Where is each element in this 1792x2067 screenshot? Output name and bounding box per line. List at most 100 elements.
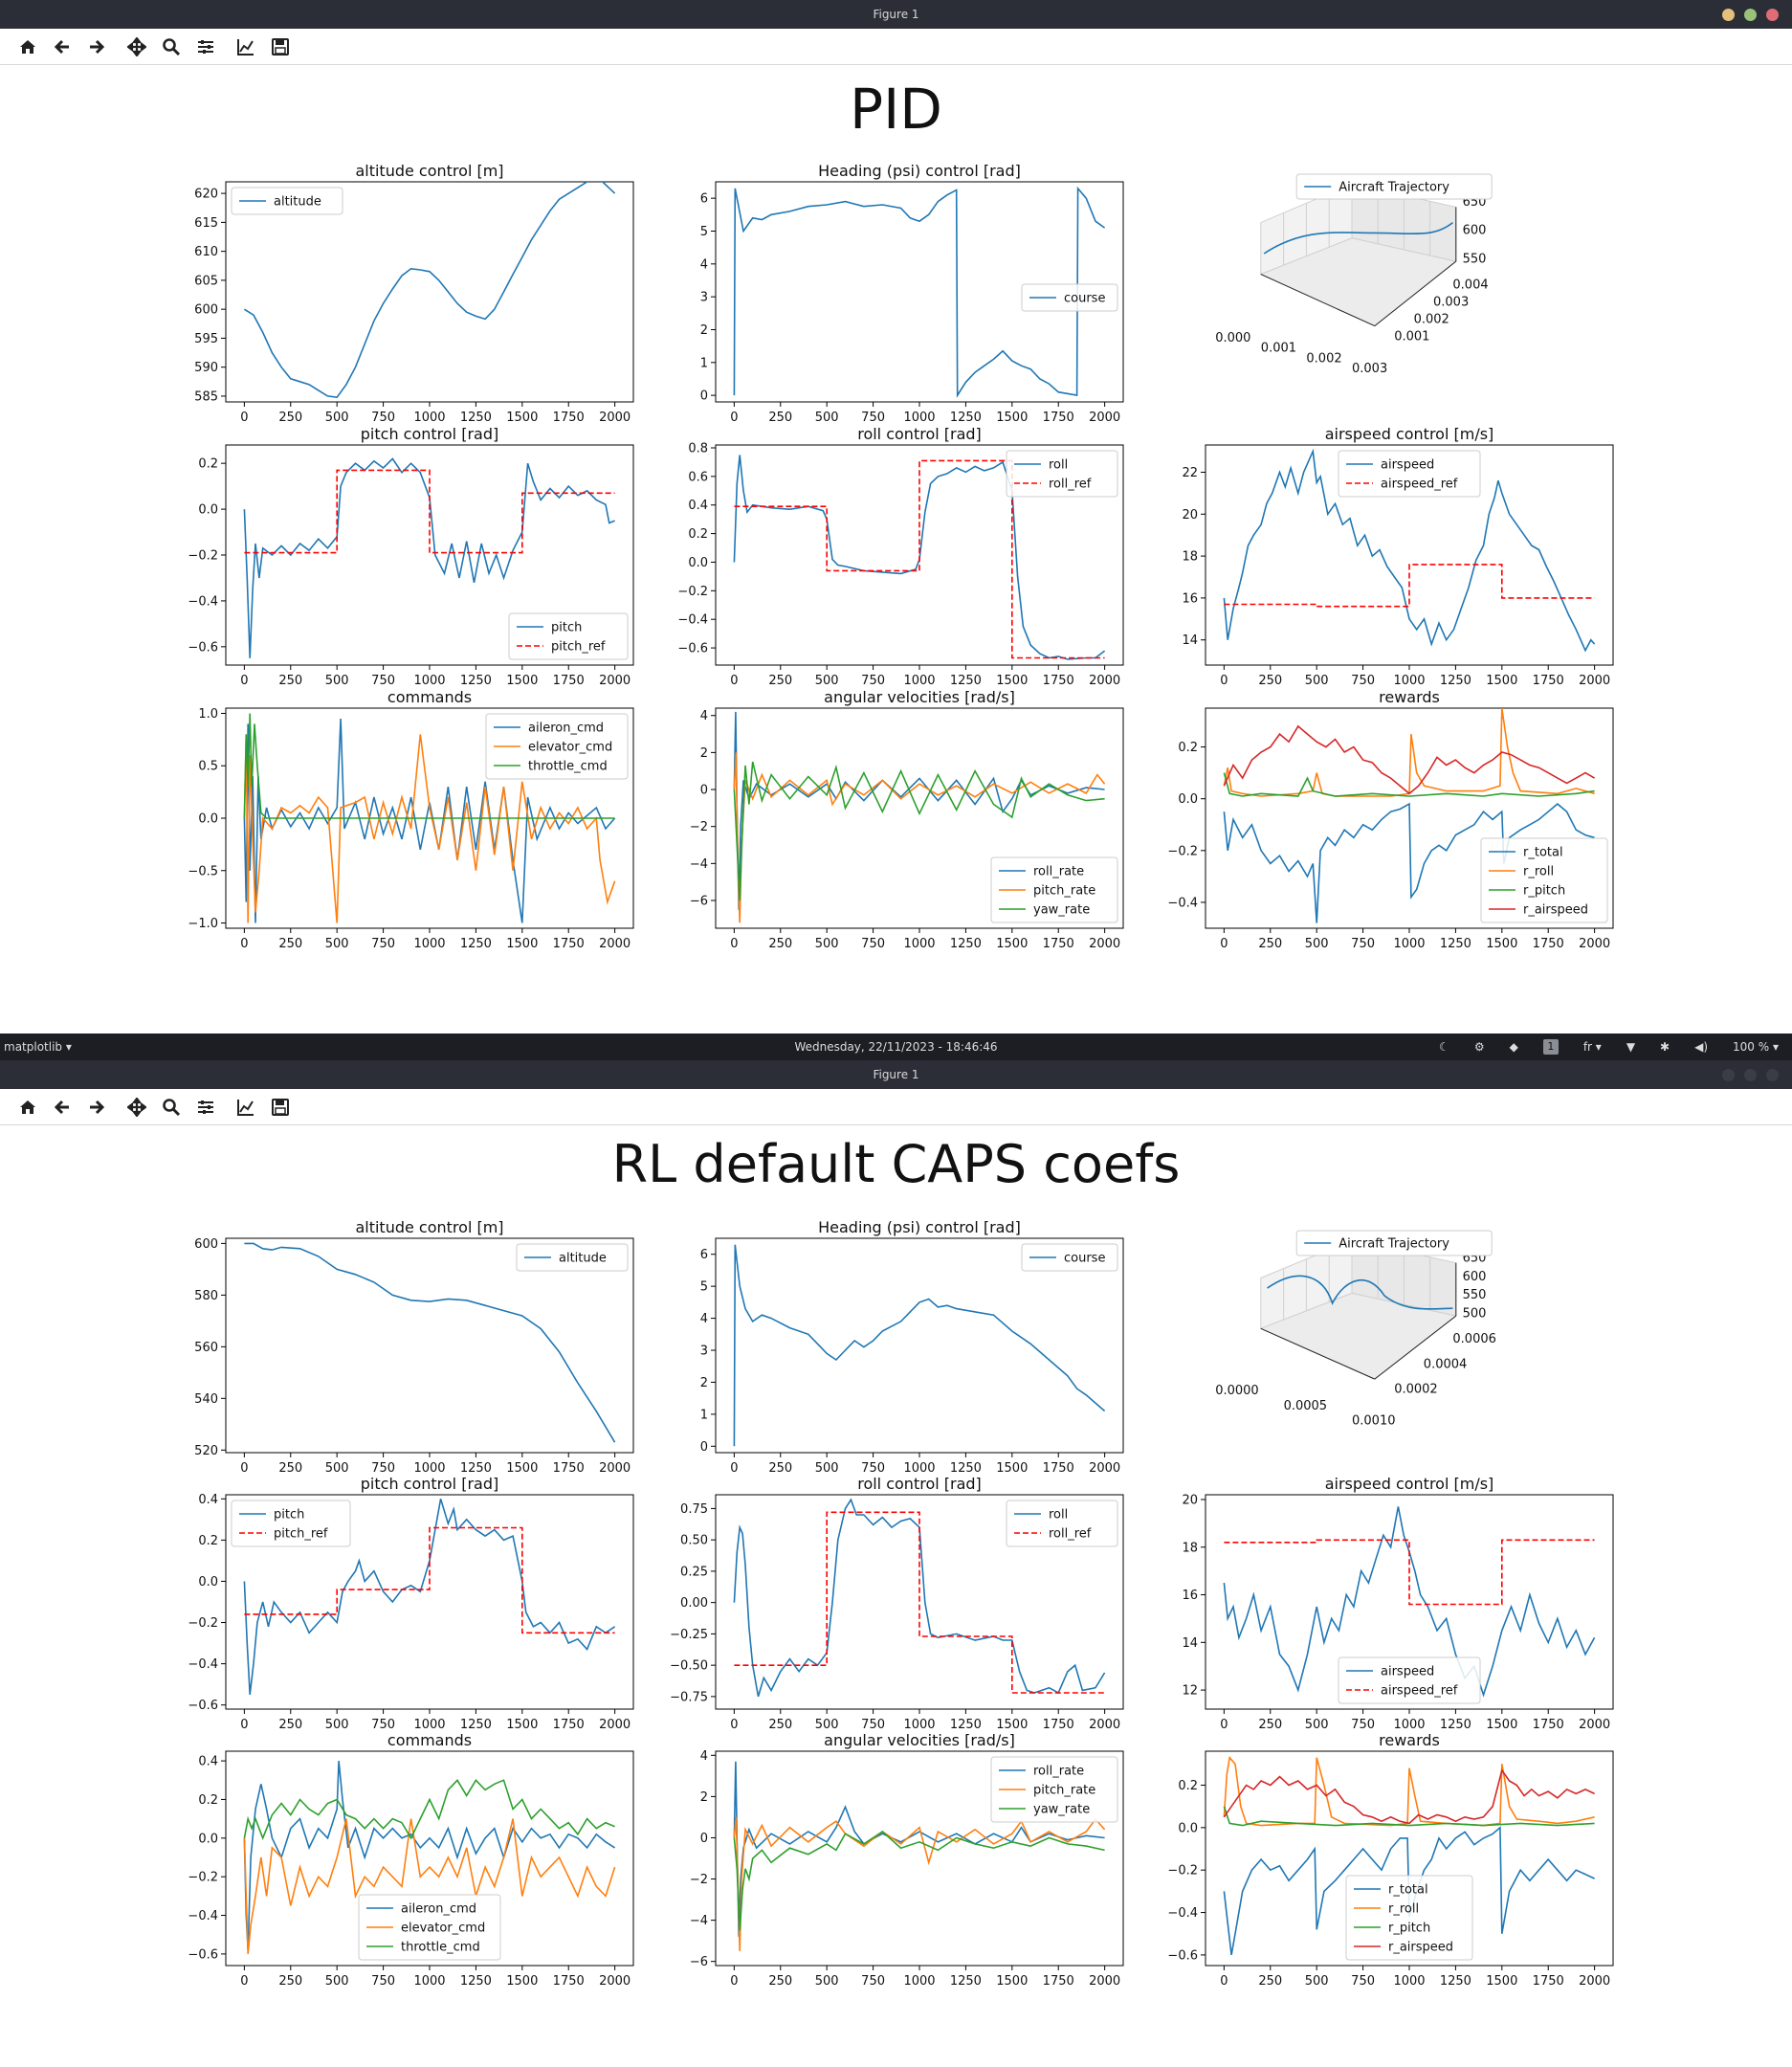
workspace-indicator[interactable]: 1 xyxy=(1542,1039,1559,1055)
y-tick-label: 0.0002 xyxy=(1394,1383,1438,1397)
maximize-button-2[interactable] xyxy=(1744,1069,1757,1081)
x-tick-label: 500 xyxy=(1305,674,1329,688)
x-tick-label: 750 xyxy=(371,1974,395,1989)
configure-icon[interactable] xyxy=(195,1097,216,1118)
x-tick-label: 250 xyxy=(768,1461,792,1476)
x-tick-label: 1000 xyxy=(413,1718,445,1732)
legend-label: roll_ref xyxy=(1049,478,1092,492)
x-tick-label: 750 xyxy=(861,937,885,951)
x-tick-label: 0 xyxy=(730,1461,738,1476)
x-tick-label: 250 xyxy=(1258,674,1282,688)
x-tick-label: 2000 xyxy=(599,674,631,688)
edit-axes-icon[interactable] xyxy=(235,36,256,57)
legend-label: elevator_cmd xyxy=(401,1922,485,1936)
forward-icon[interactable] xyxy=(86,36,107,57)
x-tick-label: 1750 xyxy=(553,937,585,951)
night-mode-icon[interactable]: ☾ xyxy=(1439,1034,1449,1060)
x-tick-label: 1250 xyxy=(950,1718,982,1732)
y-tick-label: 2 xyxy=(700,323,708,338)
back-icon[interactable] xyxy=(52,1097,73,1118)
volume-icon[interactable]: ◀) xyxy=(1694,1034,1708,1060)
x-tick-label: 2000 xyxy=(599,937,631,951)
back-icon[interactable] xyxy=(52,36,73,57)
y-tick-label: −6 xyxy=(690,1955,708,1969)
z-tick-label: 550 xyxy=(1463,1288,1487,1302)
x-tick-label: 750 xyxy=(371,1718,395,1732)
minimize-button-2[interactable] xyxy=(1722,1069,1735,1081)
x-tick-label: 1250 xyxy=(950,674,982,688)
y-tick-label: 0.2 xyxy=(1178,741,1198,755)
x-tick-label: 1750 xyxy=(553,1461,585,1476)
legend: course xyxy=(1021,283,1118,312)
y-tick-label: 0 xyxy=(700,389,708,404)
x-tick-label: 1250 xyxy=(1440,937,1471,951)
x-tick-label: 500 xyxy=(815,411,839,425)
pan-icon[interactable] xyxy=(126,1097,147,1118)
teams-icon[interactable]: ◆ xyxy=(1510,1034,1518,1060)
y-tick-label: 18 xyxy=(1182,550,1198,565)
minimize-button[interactable] xyxy=(1722,9,1735,21)
y-tick-label: 585 xyxy=(194,389,218,404)
y-tick-label: −0.5 xyxy=(188,864,218,878)
home-icon[interactable] xyxy=(17,36,38,57)
y-tick-label: 580 xyxy=(194,1289,218,1303)
x-tick-label: 1500 xyxy=(506,411,538,425)
altitude-title: altitude control [m] xyxy=(355,162,503,180)
y-tick-label: 0.004 xyxy=(1452,278,1488,292)
bluetooth-icon[interactable]: ✱ xyxy=(1660,1034,1670,1060)
roll-chart: roll control [rad] 0 250 500 750 1000 1250 1500… xyxy=(677,425,1124,688)
edit-axes-icon[interactable] xyxy=(235,1097,256,1118)
x-tick-label: 1750 xyxy=(1043,1461,1074,1476)
maximize-button[interactable] xyxy=(1744,9,1757,21)
y-tick-label: 0.4 xyxy=(198,1493,218,1507)
home-icon[interactable] xyxy=(17,1097,38,1118)
window-title: Figure 1 xyxy=(873,8,919,21)
y-tick-label: −0.4 xyxy=(188,1657,218,1672)
legend-label: r_roll xyxy=(1388,1902,1419,1917)
x-tick-label: 750 xyxy=(861,1718,885,1732)
y-tick-label: −2 xyxy=(690,820,708,834)
roll-svg: roll control [rad] 0 250 500 750 1000 1250 1500… xyxy=(670,1475,1124,1732)
zoom-icon[interactable] xyxy=(161,1097,182,1118)
y-tick-label: 0.50 xyxy=(680,1534,708,1548)
x-tick-label: 1750 xyxy=(1043,1974,1074,1989)
legend-label: aileron_cmd xyxy=(401,1902,476,1917)
pan-icon[interactable] xyxy=(126,36,147,57)
legend-label: Aircraft Trajectory xyxy=(1338,181,1449,195)
wifi-icon[interactable]: ▼ xyxy=(1626,1034,1635,1060)
battery-indicator[interactable]: 100 % ▾ xyxy=(1733,1034,1779,1060)
y-tick-label: 0.6 xyxy=(688,470,708,484)
y-tick-label: 0.002 xyxy=(1414,312,1449,326)
configure-icon[interactable] xyxy=(195,36,216,57)
save-icon[interactable] xyxy=(270,1097,291,1118)
y-tick-label: −1.0 xyxy=(188,917,218,931)
x-tick-label: 1000 xyxy=(903,674,935,688)
x-tick-label: 750 xyxy=(1351,937,1375,951)
rewards-svg: rewards 0 250 500 750 1000 1250 1500 1750 2000 −0.… xyxy=(1167,1731,1614,1989)
y-tick-label: −0.6 xyxy=(188,640,218,655)
y-tick-label: 4 xyxy=(700,1749,708,1764)
x-tick-label: 0 xyxy=(240,1718,248,1732)
commands-svg: commands 0 250 500 750 1000 1250 1500 1750 2000 −1… xyxy=(188,688,634,951)
x-tick-label: 500 xyxy=(325,674,349,688)
x-tick-label: 2000 xyxy=(1089,937,1120,951)
legend-label: yaw_rate xyxy=(1033,1803,1090,1817)
altitude-title: altitude control [m] xyxy=(355,1218,503,1236)
x-tick-label: 0.0000 xyxy=(1215,1384,1259,1398)
x-tick-label: 0 xyxy=(1220,1718,1228,1732)
forward-icon[interactable] xyxy=(86,1097,107,1118)
x-tick-label: 250 xyxy=(278,411,302,425)
extensions-icon[interactable]: ⚙ xyxy=(1474,1034,1485,1060)
keyboard-layout[interactable]: fr ▾ xyxy=(1583,1034,1602,1060)
x-tick-label: 0 xyxy=(730,1974,738,1989)
x-tick-label: 0 xyxy=(730,411,738,425)
x-tick-label: 1000 xyxy=(1393,1718,1425,1732)
legend: altitude xyxy=(516,1243,629,1272)
x-tick-label: 1500 xyxy=(996,1718,1028,1732)
close-button-2[interactable] xyxy=(1766,1069,1779,1081)
close-button[interactable] xyxy=(1766,9,1779,21)
y-tick-label: 0.4 xyxy=(688,499,708,513)
zoom-icon[interactable] xyxy=(161,36,182,57)
heading-chart: Heading (psi) control [rad] 0 250 500 750 100… xyxy=(700,162,1124,425)
save-icon[interactable] xyxy=(270,36,291,57)
